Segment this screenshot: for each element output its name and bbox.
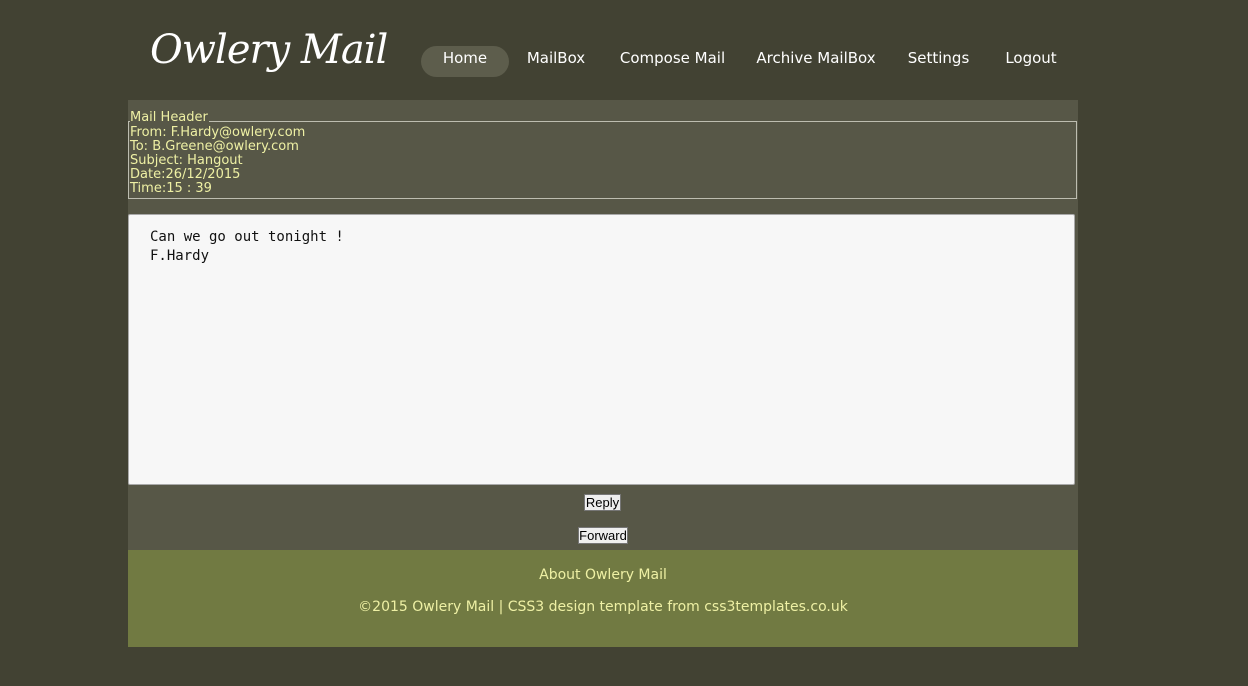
mail-subject: Subject: Hangout [130,153,243,168]
mail-to: To: B.Greene@owlery.com [130,139,299,154]
nav-mailbox[interactable]: MailBox [521,46,591,77]
mail-header-legend: Mail Header [130,110,209,125]
mail-body-textarea[interactable]: Can we go out tonight ! F.Hardy [128,214,1075,485]
nav-compose-mail[interactable]: Compose Mail [615,46,730,77]
mail-from: From: F.Hardy@owlery.com [130,125,306,140]
nav-archive-mailbox[interactable]: Archive MailBox [752,46,880,77]
mail-date: Date:26/12/2015 [130,167,241,182]
mail-time: Time:15 : 39 [130,181,212,196]
nav-logout[interactable]: Logout [998,46,1064,77]
forward-button[interactable]: Forward [578,527,628,544]
mail-header-panel: Mail Header From: F.Hardy@owlery.com To:… [128,100,1078,203]
logo: Owlery Mail [150,27,388,73]
site-footer: About Owlery Mail ©2015 Owlery Mail | CS… [128,550,1078,647]
nav-home[interactable]: Home [421,46,509,77]
copyright-text: ©2015 Owlery Mail | CSS3 design template… [358,599,848,615]
reply-button[interactable]: Reply [584,494,621,511]
mail-body-line: F.Hardy [150,248,210,264]
mail-body-panel: Can we go out tonight ! F.Hardy Reply Fo… [128,203,1078,550]
about-link[interactable]: About Owlery Mail [128,567,1078,583]
mail-body-line: Can we go out tonight ! [150,229,344,245]
nav-settings[interactable]: Settings [903,46,974,77]
